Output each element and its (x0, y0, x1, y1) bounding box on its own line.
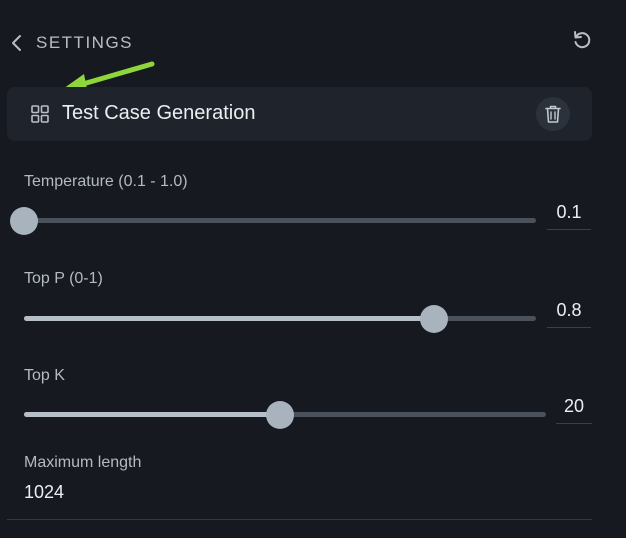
max-length-label: Maximum length (24, 454, 142, 471)
top-k-slider[interactable] (24, 401, 546, 429)
temperature-slider-thumb[interactable] (10, 207, 38, 235)
max-length-value[interactable]: 1024 (24, 482, 64, 503)
chevron-left-icon (12, 35, 21, 51)
reset-button[interactable] (568, 26, 596, 54)
preset-card[interactable]: Test Case Generation (7, 87, 592, 141)
temperature-slider[interactable] (10, 207, 536, 235)
top-k-label: Top K (24, 367, 65, 384)
temperature-label: Temperature (0.1 - 1.0) (24, 173, 188, 190)
rotate-ccw-icon (574, 31, 591, 49)
grid-icon (31, 105, 49, 123)
top-p-slider[interactable] (24, 305, 536, 333)
trash-icon (545, 105, 561, 123)
top-k-setting: Top K 20 (0, 367, 626, 447)
top-k-slider-thumb[interactable] (265, 401, 294, 429)
top-p-setting: Top P (0-1) 0.8 (0, 270, 626, 350)
top-p-value[interactable]: 0.8 (547, 293, 591, 328)
preset-name: Test Case Generation (62, 102, 256, 124)
page-title: SETTINGS (36, 33, 134, 52)
top-k-value[interactable]: 20 (556, 389, 592, 424)
back-button[interactable]: SETTINGS (10, 30, 133, 56)
top-p-label: Top P (0-1) (24, 270, 103, 287)
temperature-setting: Temperature (0.1 - 1.0) 0.1 (0, 173, 626, 253)
delete-button[interactable] (536, 97, 570, 131)
divider (7, 519, 592, 520)
temperature-value[interactable]: 0.1 (547, 195, 591, 230)
settings-header: SETTINGS (0, 0, 626, 84)
top-k-slider-fill (24, 412, 280, 417)
top-p-slider-thumb[interactable] (419, 305, 448, 333)
top-p-slider-fill (24, 316, 434, 321)
settings-panel: SETTINGS Test Case Generation Temperatur… (0, 0, 626, 538)
